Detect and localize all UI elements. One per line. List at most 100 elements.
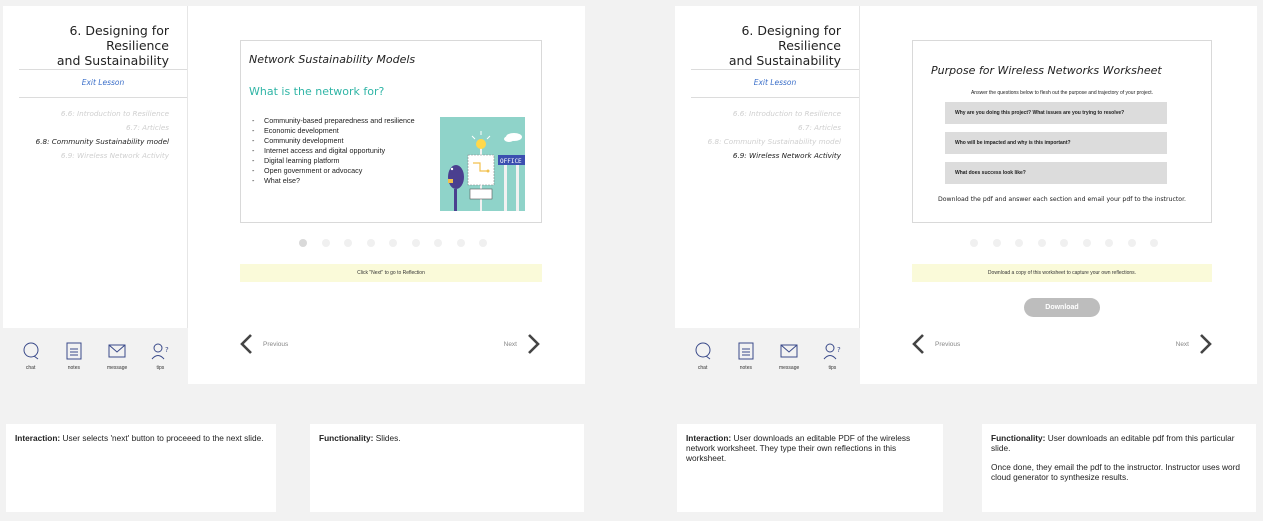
- slide-card: Network Sustainability Models What is th…: [240, 40, 542, 223]
- page-dot-9[interactable]: [1150, 239, 1158, 247]
- lesson-screen-worksheet: 6. Designing for Resilience and Sustaina…: [675, 6, 1257, 384]
- notes-button[interactable]: notes: [56, 341, 92, 371]
- notes-label: notes: [739, 365, 752, 371]
- notes-label: notes: [67, 365, 80, 371]
- worksheet-question-1: Why are you doing this project? What iss…: [945, 102, 1167, 124]
- worksheet-footer: Download the pdf and answer each section…: [937, 196, 1187, 203]
- description-label: Functionality:: [319, 433, 374, 443]
- slide-pagination: [970, 239, 1158, 247]
- previous-button[interactable]: Previous: [911, 332, 960, 356]
- course-title-line1: 6. Designing for Resilience: [69, 23, 169, 53]
- description-card-interaction-1: Interaction: User selects 'next' button …: [6, 424, 276, 512]
- page-dot-9[interactable]: [479, 239, 487, 247]
- course-title: 6. Designing for Resilience and Sustaina…: [3, 23, 169, 68]
- tips-label: tips: [156, 365, 165, 371]
- notes-icon: [66, 342, 82, 360]
- notes-button[interactable]: notes: [728, 341, 764, 371]
- slide-title: Network Sustainability Models: [249, 53, 416, 66]
- lesson-item-6-6[interactable]: 6.6: Introduction to Resilience: [36, 107, 169, 121]
- bullet-item: Economic development: [252, 126, 415, 136]
- bottom-toolbar: chat notes message ? tips: [675, 328, 860, 384]
- page-dot-3[interactable]: [1015, 239, 1023, 247]
- tips-button[interactable]: ? tips: [142, 341, 178, 371]
- page-dot-5[interactable]: [389, 239, 397, 247]
- svg-text:?: ?: [837, 346, 841, 354]
- bullet-item: What else?: [252, 176, 415, 186]
- chat-button[interactable]: chat: [685, 341, 721, 371]
- community-network-illustration: OFFICE: [440, 117, 525, 211]
- chevron-right-icon: [528, 334, 540, 354]
- tips-label: tips: [828, 365, 837, 371]
- message-button[interactable]: message: [771, 341, 807, 371]
- previous-button[interactable]: Previous: [239, 332, 288, 356]
- course-title-line2: and Sustainability: [56, 53, 169, 68]
- worksheet-card: Purpose for Wireless Networks Worksheet …: [912, 40, 1212, 223]
- description-body: Slides.: [373, 433, 401, 443]
- office-sign-text: OFFICE: [500, 158, 522, 165]
- page-dot-2[interactable]: [992, 239, 1001, 247]
- next-button[interactable]: Next: [1176, 332, 1213, 356]
- description-text: Interaction: User selects 'next' button …: [15, 433, 267, 443]
- page-dot-4[interactable]: [366, 239, 375, 247]
- chat-icon: [695, 342, 711, 360]
- slide-illustration: OFFICE: [440, 117, 525, 211]
- exit-lesson-link[interactable]: Exit Lesson: [691, 78, 859, 87]
- page-dot-3[interactable]: [344, 239, 352, 247]
- page-dot-8[interactable]: [456, 239, 465, 247]
- page-dot-6[interactable]: [411, 239, 420, 247]
- divider: [19, 97, 187, 98]
- page-dot-2[interactable]: [321, 239, 330, 247]
- lesson-list: 6.6: Introduction to Resilience 6.7: Art…: [708, 107, 841, 163]
- tips-icon: ?: [823, 343, 841, 360]
- lesson-item-6-9[interactable]: 6.9: Wireless Network Activity: [36, 149, 169, 163]
- description-card-functionality-1: Functionality: Slides.: [310, 424, 584, 512]
- page-dot-4[interactable]: [1037, 239, 1046, 247]
- chat-label: chat: [25, 365, 36, 371]
- lesson-item-6-7[interactable]: 6.7: Articles: [36, 121, 169, 135]
- description-text: Functionality: Slides.: [319, 433, 575, 443]
- chat-icon: [23, 342, 39, 360]
- next-label: Next: [1175, 340, 1189, 348]
- description-text-continued: Once done, they email the pdf to the ins…: [991, 462, 1241, 482]
- divider: [19, 69, 187, 70]
- course-title-line2: and Sustainability: [728, 53, 841, 68]
- page-dot-7[interactable]: [1105, 239, 1113, 247]
- next-label: Next: [503, 340, 517, 348]
- course-title-line1: 6. Designing for Resilience: [741, 23, 841, 53]
- tips-icon: ?: [151, 343, 169, 360]
- svg-text:?: ?: [165, 346, 169, 354]
- message-button[interactable]: message: [99, 341, 135, 371]
- lesson-item-6-8[interactable]: 6.8: Community Sustainability model: [36, 135, 169, 149]
- description-label: Functionality:: [991, 433, 1046, 443]
- description-card-interaction-2: Interaction: User downloads an editable …: [677, 424, 943, 512]
- page-dot-1[interactable]: [970, 239, 978, 247]
- chat-button[interactable]: chat: [13, 341, 49, 371]
- lesson-item-6-9[interactable]: 6.9: Wireless Network Activity: [708, 149, 841, 163]
- page-dot-5[interactable]: [1060, 239, 1068, 247]
- page-dot-7[interactable]: [434, 239, 442, 247]
- page-dot-6[interactable]: [1082, 239, 1091, 247]
- lesson-item-6-6[interactable]: 6.6: Introduction to Resilience: [708, 107, 841, 121]
- chevron-left-icon: [912, 334, 924, 354]
- download-button[interactable]: Download: [1024, 298, 1100, 317]
- bullet-item: Community-based preparedness and resilie…: [252, 116, 415, 126]
- next-button[interactable]: Next: [504, 332, 541, 356]
- worksheet-question-3: What does success look like?: [945, 162, 1167, 184]
- instruction-note: Download a copy of this worksheet to cap…: [912, 264, 1212, 282]
- page-dot-1[interactable]: [299, 239, 307, 247]
- tips-button[interactable]: ? tips: [814, 341, 850, 371]
- previous-label: Previous: [935, 340, 961, 348]
- lesson-item-6-8[interactable]: 6.8: Community Sustainability model: [708, 135, 841, 149]
- page-dot-8[interactable]: [1127, 239, 1136, 247]
- divider: [691, 69, 859, 70]
- slide-pagination: [299, 239, 487, 247]
- lesson-item-6-7[interactable]: 6.7: Articles: [708, 121, 841, 135]
- description-text: Interaction: User downloads an editable …: [686, 433, 934, 463]
- divider: [691, 97, 859, 98]
- description-card-functionality-2: Functionality: User downloads an editabl…: [982, 424, 1256, 512]
- previous-label: Previous: [263, 340, 289, 348]
- instruction-note: Click "Next" to go to Reflection: [240, 264, 542, 282]
- course-title: 6. Designing for Resilience and Sustaina…: [675, 23, 841, 68]
- exit-lesson-link[interactable]: Exit Lesson: [19, 78, 187, 87]
- bullet-item: Open government or advocacy: [252, 166, 415, 176]
